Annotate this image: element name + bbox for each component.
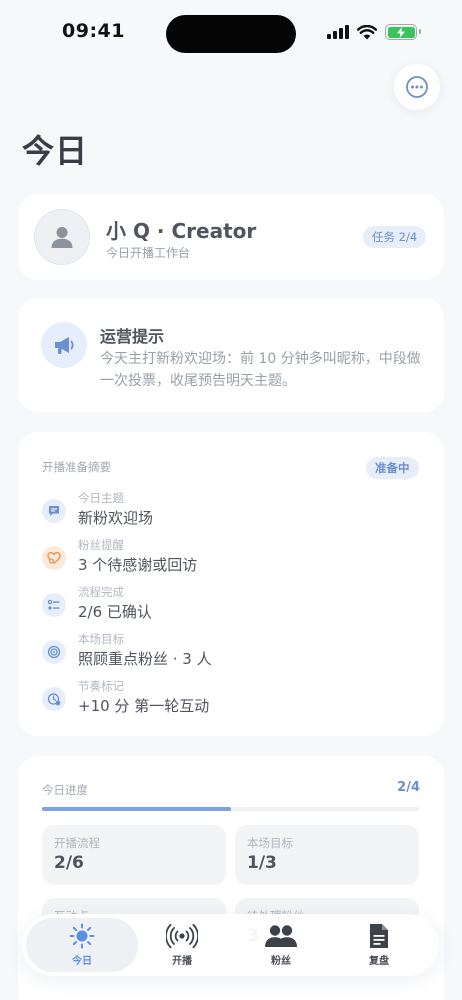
- tab-today[interactable]: 今日: [26, 918, 138, 972]
- sun-icon: [69, 923, 95, 949]
- broadcast-icon: [166, 923, 198, 949]
- bottom-tab-bar: 今日 开播 粉丝 复盘: [22, 914, 439, 976]
- task-badge[interactable]: 任务 2/4: [363, 226, 427, 248]
- status-time: 09:41: [62, 20, 125, 42]
- megaphone-icon: [41, 322, 87, 368]
- summary-title: 开播准备摘要: [42, 460, 111, 474]
- cellular-signal-icon: [327, 25, 349, 39]
- battery-icon: [385, 24, 421, 40]
- progress-count: 2/4: [397, 780, 420, 795]
- stat-label: 本场目标: [247, 836, 293, 850]
- operation-tip-card[interactable]: 运营提示 今天主打新粉欢迎场：前 10 分钟多叫昵称，中段做一次投票，收尾预告明…: [18, 298, 444, 412]
- avatar[interactable]: [34, 209, 90, 265]
- profile-subtitle: 今日开播工作台: [106, 246, 191, 260]
- chat-bubble-icon: [42, 499, 66, 523]
- checklist-icon: [42, 593, 66, 617]
- stat-value: 2/6: [54, 853, 84, 873]
- more-dots-icon: [406, 76, 428, 98]
- summary-item-value: +10 分 第一轮互动: [78, 697, 210, 715]
- summary-item-value: 3 个待感谢或回访: [78, 556, 198, 574]
- summary-item-value: 新粉欢迎场: [78, 509, 154, 527]
- page-title: 今日: [22, 132, 89, 170]
- tab-label: 复盘: [369, 956, 389, 967]
- progress-bar-fill: [42, 807, 231, 811]
- timer-icon: [42, 687, 66, 711]
- more-menu-button[interactable]: [394, 64, 440, 110]
- wifi-icon: [357, 24, 377, 39]
- progress-bar: [42, 807, 419, 811]
- dynamic-island: [166, 15, 296, 53]
- tip-body: 今天主打新粉欢迎场：前 10 分钟多叫昵称，中段做一次投票，收尾预告明天主题。: [100, 351, 421, 389]
- profile-name: 小 Q · Creator: [106, 219, 257, 243]
- status-icons: [327, 24, 421, 40]
- summary-item-target[interactable]: 本场目标 照顾重点粉丝 · 3 人: [42, 631, 422, 675]
- status-badge: 准备中: [366, 457, 419, 479]
- summary-item-fan-reminder[interactable]: 粉丝提醒 3 个待感谢或回访: [42, 537, 422, 581]
- document-icon: [370, 924, 388, 948]
- tab-review[interactable]: 复盘: [323, 918, 435, 972]
- status-bar: 09:41: [0, 0, 462, 66]
- tab-label: 今日: [72, 956, 92, 967]
- summary-item-flow[interactable]: 流程完成 2/6 已确认: [42, 584, 422, 628]
- tab-live[interactable]: 开播: [126, 918, 238, 972]
- stat-label: 开播流程: [54, 836, 100, 850]
- user-icon: [51, 227, 73, 248]
- profile-card[interactable]: 小 Q · Creator 今日开播工作台 任务 2/4: [18, 194, 444, 280]
- summary-item-label: 节奏标记: [78, 679, 124, 693]
- summary-item-label: 流程完成: [78, 585, 124, 599]
- heart-plus-icon: [42, 546, 66, 570]
- summary-item-value: 2/6 已确认: [78, 603, 152, 621]
- tab-label: 开播: [172, 956, 192, 967]
- tab-fans[interactable]: 粉丝: [225, 918, 337, 972]
- prep-summary-card: 开播准备摘要 准备中 今日主题 新粉欢迎场 粉丝提醒 3 个待感谢或回访 流程完…: [18, 432, 444, 736]
- summary-item-rhythm[interactable]: 节奏标记 +10 分 第一轮互动: [42, 678, 422, 722]
- stat-tile-target[interactable]: 本场目标 1/3: [235, 825, 419, 885]
- target-icon: [42, 640, 66, 664]
- summary-item-label: 今日主题: [78, 491, 124, 505]
- fans-icon: [265, 925, 297, 947]
- summary-item-label: 粉丝提醒: [78, 538, 124, 552]
- summary-item-value: 照顾重点粉丝 · 3 人: [78, 650, 212, 668]
- progress-title: 今日进度: [42, 783, 88, 797]
- summary-item-theme[interactable]: 今日主题 新粉欢迎场: [42, 490, 422, 534]
- tip-title: 运营提示: [100, 327, 165, 346]
- stat-tile-flow[interactable]: 开播流程 2/6: [42, 825, 226, 885]
- summary-item-label: 本场目标: [78, 632, 124, 646]
- stat-value: 1/3: [247, 853, 277, 873]
- tab-label: 粉丝: [271, 956, 291, 967]
